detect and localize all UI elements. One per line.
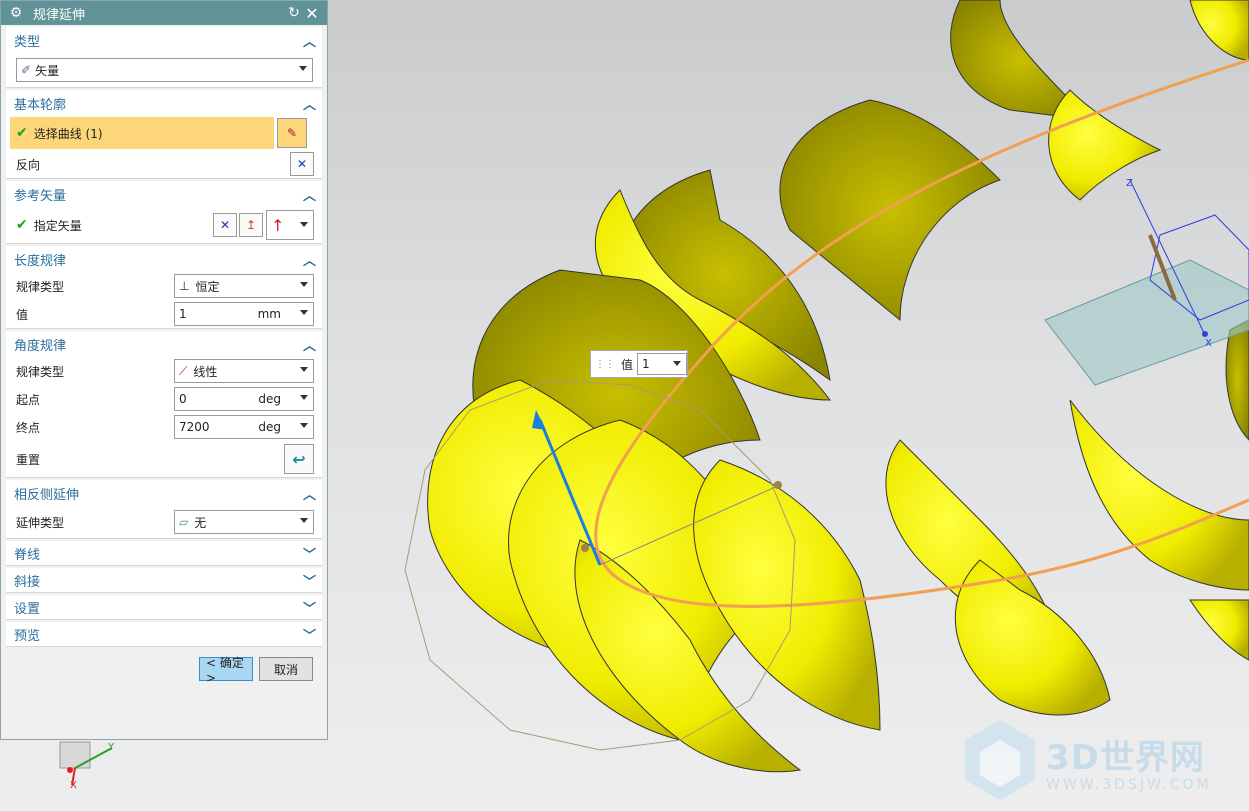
section-base-profile: 基本轮廓 ︿ ✔ 选择曲线 (1) ✎ 反向 ✕ [6,90,322,179]
vector-dialog-icon: ↥ [245,218,257,232]
section-ref-vector: 参考矢量 ︿ ✔ 指定矢量 ✕ ↥ ↑ [6,181,322,244]
chevron-down-icon: ﹀ [302,628,316,644]
chevron-down-icon [300,282,308,287]
dialog-titlebar[interactable]: ⚙ 规律延伸 ↻ ✕ [1,1,327,25]
reverse-vector-icon: ✕ [219,218,231,232]
curve-select-button[interactable]: ✎ [277,118,307,148]
chevron-down-icon [673,361,681,366]
chevron-up-icon: ︿ [302,34,316,50]
section-header-spine[interactable]: 脊线 ﹀ [6,541,322,565]
floating-value-input[interactable]: ⋮⋮ 值 1 [590,350,688,378]
curve-select-icon: ✎ [286,126,298,140]
chevron-up-icon: ︿ [302,487,316,503]
length-value-label: 值 [16,307,29,322]
section-type: 类型 ︿ ✐ 矢量 [6,27,322,88]
specify-vector-label: 指定矢量 [33,218,82,233]
floating-value-label: 值 [621,357,634,372]
chevron-down-icon [300,310,308,315]
section-angle-law: 角度规律 ︿ 规律类型 ⟋ 线性 起点 0 deg 终点 7200 deg 重置… [6,331,322,478]
chevron-down-icon [300,367,308,372]
reset-arrow-icon: ↩ [292,449,306,469]
floating-value-combo[interactable]: 1 [637,353,687,375]
chevron-down-icon: ﹀ [302,547,316,563]
chevron-up-icon: ︿ [302,188,316,204]
chevron-down-icon: ﹀ [302,574,316,590]
svg-text:X: X [70,780,77,791]
chevron-up-icon: ︿ [302,338,316,354]
angle-law-type-select[interactable]: ⟋ 线性 [174,359,314,383]
reference-plane: Z X [1044,178,1249,386]
chevron-down-icon [299,66,307,71]
section-header-type[interactable]: 类型 ︿ [6,27,322,53]
watermark-text: 3D世界网 WWW.3DSJW.COM [1046,738,1212,793]
section-header-taper[interactable]: 斜接 ﹀ [6,568,322,592]
svg-text:Y: Y [107,742,115,753]
length-law-type-label: 规律类型 [16,279,65,294]
reset-button[interactable]: ↩ [284,444,314,474]
check-icon: ✔ [16,217,28,233]
drag-handle-icon[interactable]: ⋮⋮ [595,359,615,370]
section-spine: 脊线 ﹀ [6,541,322,566]
section-preview: 预览 ﹀ [6,622,322,647]
section-settings: 设置 ﹀ [6,595,322,620]
chevron-down-icon [300,222,308,227]
watermark-logo [965,720,1035,800]
law-extension-dialog: ⚙ 规律延伸 ↻ ✕ 类型 ︿ ✐ 矢量 基本轮廓 ︿ ✔ 选择曲线 (1) ✎… [0,0,328,740]
zc-axis-icon: ↑ [271,215,285,235]
length-value-input[interactable]: 1 mm [174,302,314,326]
gear-icon[interactable]: ⚙ [7,5,25,21]
extension-type-label: 延伸类型 [16,515,65,530]
extension-type-select[interactable]: ▱ 无 [174,510,314,534]
cancel-button[interactable]: 取消 [259,657,313,681]
section-header-angle-law[interactable]: 角度规律 ︿ [6,331,322,357]
section-length-law: 长度规律 ︿ 规律类型 ⊥ 恒定 值 1 mm [6,246,322,329]
chevron-down-icon [300,518,308,523]
end-angle-input[interactable]: 7200 deg [174,415,314,439]
linear-law-icon: ⟋ [179,363,188,378]
angle-law-type-label: 规律类型 [16,364,65,379]
reverse-direction-button[interactable]: ✕ [290,152,314,176]
start-angle-input[interactable]: 0 deg [174,387,314,411]
section-header-length-law[interactable]: 长度规律 ︿ [6,246,322,272]
select-curve-row[interactable]: ✔ 选择曲线 (1) [10,117,274,149]
constant-law-icon: ⊥ [179,279,190,293]
chevron-up-icon: ︿ [302,253,316,269]
check-icon: ✔ [16,125,28,141]
svg-text:X: X [1205,338,1212,349]
reverse-direction-icon: ✕ [296,157,308,171]
start-label: 起点 [16,392,41,407]
reset-icon[interactable]: ↻ [285,5,303,21]
svg-text:Z: Z [1126,178,1133,189]
section-taper: 斜接 ﹀ [6,568,322,593]
chevron-down-icon [300,395,308,400]
reverse-vector-button[interactable]: ✕ [213,213,237,237]
vector-type-icon: ✐ [21,63,32,77]
chevron-down-icon [300,423,308,428]
vector-dialog-button[interactable]: ↥ [239,213,263,237]
chevron-down-icon: ﹀ [302,601,316,617]
end-label: 终点 [16,420,41,435]
reset-label: 重置 [16,452,41,467]
dialog-button-bar: < 确定 > 取消 [1,647,327,685]
reverse-label: 反向 [16,157,41,172]
section-header-opposite-extension[interactable]: 相反侧延伸 ︿ [6,480,322,506]
dialog-title: 规律延伸 [33,7,86,23]
none-extension-icon: ▱ [179,515,189,529]
section-opposite-extension: 相反侧延伸 ︿ 延伸类型 ▱ 无 [6,480,322,539]
section-header-base-profile[interactable]: 基本轮廓 ︿ [6,90,322,116]
section-header-ref-vector[interactable]: 参考矢量 ︿ [6,181,322,207]
chevron-up-icon: ︿ [302,97,316,113]
vector-type-select[interactable]: ↑ [266,210,314,240]
ok-button[interactable]: < 确定 > [199,656,253,685]
close-icon[interactable]: ✕ [303,4,321,23]
wcs-triad: Y X [59,741,115,791]
type-select[interactable]: ✐ 矢量 [16,58,313,82]
length-law-type-select[interactable]: ⊥ 恒定 [174,274,314,298]
section-header-preview[interactable]: 预览 ﹀ [6,622,322,646]
section-header-settings[interactable]: 设置 ﹀ [6,595,322,619]
